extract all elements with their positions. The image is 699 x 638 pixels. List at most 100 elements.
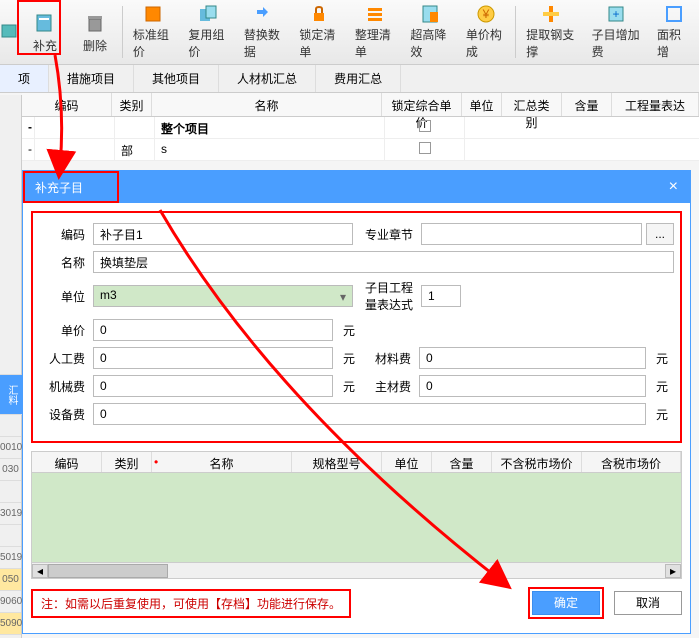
label-mainmat: 主材费 [365, 378, 415, 395]
project-name: 整个项目 [155, 117, 385, 138]
close-icon[interactable]: × [669, 178, 678, 196]
lock-label: 锁定清单 [299, 26, 339, 60]
supplement-button[interactable]: 补充 [20, 2, 70, 62]
sub-col-code: 编码 [32, 452, 102, 472]
unit-select[interactable]: m3 [93, 285, 353, 307]
grid-header: 编码 类别 名称 锁定综合单价 单位 汇总类别 含量 工程量表达 [22, 93, 699, 117]
lock-checkbox[interactable] [419, 120, 431, 132]
scroll-right-icon[interactable]: ▸ [665, 564, 681, 578]
yuan-suffix-6: 元 [650, 406, 674, 423]
col-qty: 含量 [562, 93, 612, 116]
sub-table-header: 编码 类别 •名称 规格型号 单位 含量 不含税市场价 含税市场价 [31, 451, 682, 473]
col-unit: 单位 [462, 93, 502, 116]
yuan-suffix-5: 元 [650, 378, 674, 395]
reuse-group-button[interactable]: 复用组价 [180, 2, 236, 62]
col-sumtype: 汇总类别 [502, 93, 562, 116]
col-eng: 工程量表达 [612, 93, 699, 116]
area-add-button[interactable]: 面积增 [649, 2, 699, 62]
col-type: 类别 [112, 93, 152, 116]
replace-label: 替换数据 [244, 26, 284, 60]
code-input[interactable] [93, 223, 353, 245]
ultra-high-button[interactable]: 超高降效 [402, 2, 458, 62]
label-code: 编码 [39, 226, 89, 243]
area-label: 面积增 [657, 26, 691, 60]
row-number-strip: 汇料 0010 030 3019 5019 050 9060 5090 [0, 95, 22, 638]
tab-item[interactable]: 项 [0, 65, 49, 92]
unitprice-label: 单价构成 [466, 26, 506, 60]
label-chapter: 专业章节 [357, 226, 417, 243]
sub-col-qty: 含量 [432, 452, 492, 472]
label-name: 名称 [39, 254, 89, 271]
tab-fee[interactable]: 费用汇总 [316, 65, 401, 92]
machine-input[interactable] [93, 375, 333, 397]
unit-price-button[interactable]: ¥ 单价构成 [458, 2, 514, 62]
label-price: 单价 [39, 322, 89, 339]
delete-button[interactable]: 删除 [70, 2, 120, 62]
yuan-suffix: 元 [337, 322, 361, 339]
labor-input[interactable] [93, 347, 333, 369]
supplement-label: 补充 [33, 37, 57, 54]
sub-extra-button[interactable]: +子目增加费 [584, 2, 649, 62]
sub-col-spec: 规格型号 [292, 452, 382, 472]
supplement-dialog: 补充子目 × 编码 专业章节 ... 名称 单位 m3 子目工程量表达式 [22, 170, 691, 634]
tab-measure[interactable]: 措施项目 [49, 65, 134, 92]
red-highlight-form: 编码 专业章节 ... 名称 单位 m3 子目工程量表达式 单价 元 [31, 211, 682, 443]
label-machine: 机械费 [39, 378, 89, 395]
main-toolbar: 补充 删除 标准组价 复用组价 替换数据 锁定清单 整理清单 超高降效 ¥ 单价构… [0, 0, 699, 65]
subextra-label: 子目增加费 [592, 26, 641, 60]
label-labor: 人工费 [39, 350, 89, 367]
label-sub-eng: 子目工程量表达式 [357, 279, 417, 313]
extract-steel-button[interactable]: 提取钢支撑 [518, 2, 583, 62]
section-tabs: 项 措施项目 其他项目 人材机汇总 费用汇总 [0, 65, 699, 93]
reuse-label: 复用组价 [188, 26, 228, 60]
dialog-title-text: 补充子目 [35, 179, 83, 196]
yuan-suffix-2: 元 [337, 350, 361, 367]
col-code: 编码 [22, 93, 112, 116]
equip-input[interactable] [93, 403, 646, 425]
scroll-thumb[interactable] [48, 564, 168, 578]
replace-data-button[interactable]: 替换数据 [236, 2, 292, 62]
col-lock: 锁定综合单价 [382, 93, 462, 116]
std-group-label: 标准组价 [133, 26, 173, 60]
delete-label: 删除 [83, 37, 107, 54]
ok-button[interactable]: 确定 [532, 591, 600, 615]
tidy-list-button[interactable]: 整理清单 [347, 2, 403, 62]
sub-eng-input[interactable] [421, 285, 461, 307]
horizontal-scrollbar[interactable]: ◂ ▸ [31, 563, 682, 579]
lock-list-button[interactable]: 锁定清单 [291, 2, 347, 62]
sub-col-notax: 不含税市场价 [492, 452, 582, 472]
note-text: 注：如需以后重复使用，可使用【存档】功能进行保存。 [31, 589, 351, 618]
tidy-label: 整理清单 [355, 26, 395, 60]
sub-table-body[interactable] [31, 473, 682, 563]
label-unit: 单位 [39, 288, 89, 305]
sub-col-tax: 含税市场价 [582, 452, 681, 472]
part-type: 部 [115, 139, 155, 160]
yuan-suffix-3: 元 [650, 350, 674, 367]
sub-col-name: •名称 [152, 452, 292, 472]
svg-text:¥: ¥ [481, 7, 489, 21]
cancel-button[interactable]: 取消 [614, 591, 682, 615]
ultra-label: 超高降效 [410, 26, 450, 60]
steel-label: 提取钢支撑 [526, 26, 575, 60]
name-input[interactable] [93, 251, 674, 273]
sub-col-type: 类别 [102, 452, 152, 472]
scroll-left-icon[interactable]: ◂ [32, 564, 48, 578]
price-input[interactable] [93, 319, 333, 341]
dialog-titlebar: 补充子目 × [23, 171, 690, 203]
std-group-button[interactable]: 标准组价 [125, 2, 181, 62]
material-input[interactable] [419, 347, 646, 369]
unit-value: m3 [100, 288, 117, 302]
insert-button[interactable] [0, 2, 20, 62]
label-material: 材料费 [365, 350, 415, 367]
red-highlight-ok: 确定 [528, 587, 604, 619]
grid-row-part[interactable]: - 部 s [22, 139, 699, 161]
tab-other[interactable]: 其他项目 [134, 65, 219, 92]
mainmat-input[interactable] [419, 375, 646, 397]
chapter-input[interactable] [421, 223, 642, 245]
lock-checkbox-2[interactable] [419, 142, 431, 154]
col-name: 名称 [152, 93, 382, 116]
tab-rcj[interactable]: 人材机汇总 [219, 65, 316, 92]
sub-col-unit: 单位 [382, 452, 432, 472]
browse-button[interactable]: ... [646, 223, 674, 245]
grid-row-project[interactable]: - 整个项目 [22, 117, 699, 139]
